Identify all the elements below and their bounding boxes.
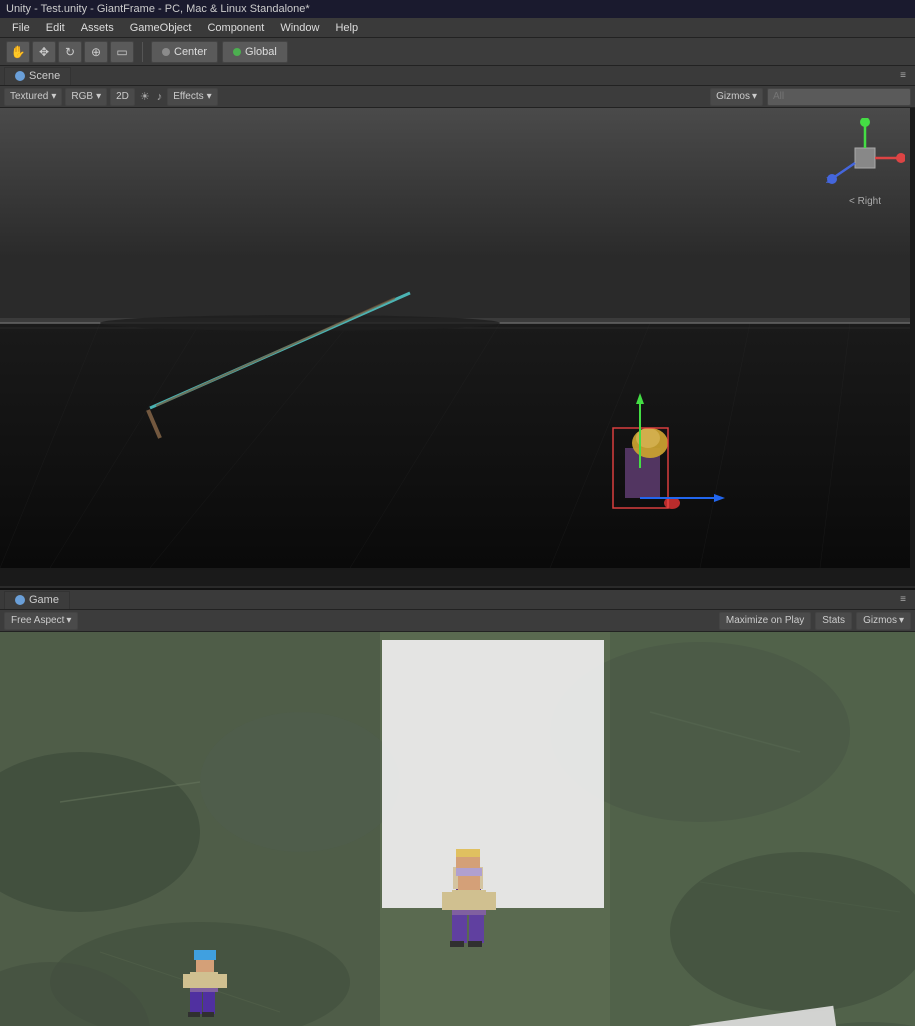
scene-tab-label: Scene xyxy=(29,70,60,82)
center-label: Center xyxy=(174,46,207,58)
main-toolbar: ✋ ✥ ↻ ⊕ ▭ Center Global xyxy=(0,38,915,66)
center-button[interactable]: Center xyxy=(151,41,218,63)
sun-icon[interactable]: ☀ xyxy=(138,90,152,103)
maximize-label: Maximize on Play xyxy=(726,615,804,626)
menu-edit[interactable]: Edit xyxy=(38,20,73,36)
center-dot xyxy=(162,48,170,56)
title-text: Unity - Test.unity - GiantFrame - PC, Ma… xyxy=(6,3,310,15)
game-panel-close[interactable]: ≡ xyxy=(895,592,911,608)
game-tab-left: Game xyxy=(4,591,70,609)
audio-icon[interactable]: ♪ xyxy=(155,91,165,103)
transform-tools: ✋ ✥ ↻ ⊕ ▭ xyxy=(6,41,134,63)
gizmos-dropdown[interactable]: Gizmos ▾ xyxy=(710,88,763,106)
game-background xyxy=(0,632,915,1026)
textured-dropdown[interactable]: Textured ▾ xyxy=(4,88,62,106)
gizmos-arrow: ▾ xyxy=(752,91,757,102)
scene-tab-bar: Scene ≡ xyxy=(0,66,915,86)
effects-label: Effects xyxy=(173,91,203,102)
global-button[interactable]: Global xyxy=(222,41,288,63)
global-dot xyxy=(233,48,241,56)
scale-tool-button[interactable]: ⊕ xyxy=(84,41,108,63)
aspect-label: Free Aspect xyxy=(11,615,64,626)
twod-button[interactable]: 2D xyxy=(110,88,135,106)
game-toolbar: Free Aspect ▾ Maximize on Play Stats Giz… xyxy=(0,610,915,632)
menu-file[interactable]: File xyxy=(4,20,38,36)
menu-bar: File Edit Assets GameObject Component Wi… xyxy=(0,18,915,38)
scene-panel: Scene ≡ Textured ▾ RGB ▾ 2D ☀ ♪ Effects … xyxy=(0,66,915,590)
game-tab-icon xyxy=(15,595,25,605)
textured-arrow: ▾ xyxy=(51,91,56,102)
rgb-label: RGB xyxy=(71,91,93,102)
game-panel: Game ≡ Free Aspect ▾ Maximize on Play St… xyxy=(0,590,915,1026)
menu-window[interactable]: Window xyxy=(272,20,327,36)
menu-help[interactable]: Help xyxy=(327,20,366,36)
scene-background xyxy=(0,108,915,586)
game-tab-bar: Game ≡ xyxy=(0,590,915,610)
svg-text:Y: Y xyxy=(863,118,869,122)
stats-label: Stats xyxy=(822,615,845,626)
gizmo-svg: Y X Z xyxy=(825,118,905,198)
textured-label: Textured xyxy=(10,91,48,102)
aspect-arrow: ▾ xyxy=(66,615,71,626)
rotate-tool-button[interactable]: ↻ xyxy=(58,41,82,63)
maximize-on-play-button[interactable]: Maximize on Play xyxy=(719,612,811,630)
scene-toolbar: Textured ▾ RGB ▾ 2D ☀ ♪ Effects ▾ Gizmos… xyxy=(0,86,915,108)
game-gizmos-label: Gizmos xyxy=(863,615,897,626)
hand-tool-button[interactable]: ✋ xyxy=(6,41,30,63)
scene-panel-close[interactable]: ≡ xyxy=(895,68,911,84)
effects-arrow: ▾ xyxy=(207,91,212,102)
scene-search-input[interactable] xyxy=(767,88,911,106)
game-tab-label: Game xyxy=(29,594,59,606)
scene-gizmo: Y X Z < Right xyxy=(825,118,905,198)
stats-button[interactable]: Stats xyxy=(815,612,852,630)
rect-tool-button[interactable]: ▭ xyxy=(110,41,134,63)
rgb-dropdown[interactable]: RGB ▾ xyxy=(65,88,107,106)
aspect-dropdown[interactable]: Free Aspect ▾ xyxy=(4,612,78,630)
effects-dropdown[interactable]: Effects ▾ xyxy=(167,88,217,106)
scene-tab[interactable]: Scene xyxy=(4,67,71,85)
menu-gameobject[interactable]: GameObject xyxy=(122,20,200,36)
move-tool-button[interactable]: ✥ xyxy=(32,41,56,63)
game-gizmos-arrow: ▾ xyxy=(899,615,904,626)
gizmos-label: Gizmos xyxy=(716,91,750,102)
menu-assets[interactable]: Assets xyxy=(73,20,122,36)
scene-tab-icon xyxy=(15,71,25,81)
toolbar-sep-1 xyxy=(142,42,143,62)
menu-component[interactable]: Component xyxy=(199,20,272,36)
game-gizmos-dropdown[interactable]: Gizmos ▾ xyxy=(856,612,911,630)
scene-viewport[interactable]: Y X Z < Right xyxy=(0,108,915,586)
title-bar: Unity - Test.unity - GiantFrame - PC, Ma… xyxy=(0,0,915,18)
svg-text:Z: Z xyxy=(826,176,831,185)
game-viewport[interactable] xyxy=(0,632,915,1026)
global-label: Global xyxy=(245,46,277,58)
twod-label: 2D xyxy=(116,91,129,102)
game-tab[interactable]: Game xyxy=(4,591,70,609)
rgb-arrow: ▾ xyxy=(96,91,101,102)
svg-text:X: X xyxy=(901,155,905,164)
